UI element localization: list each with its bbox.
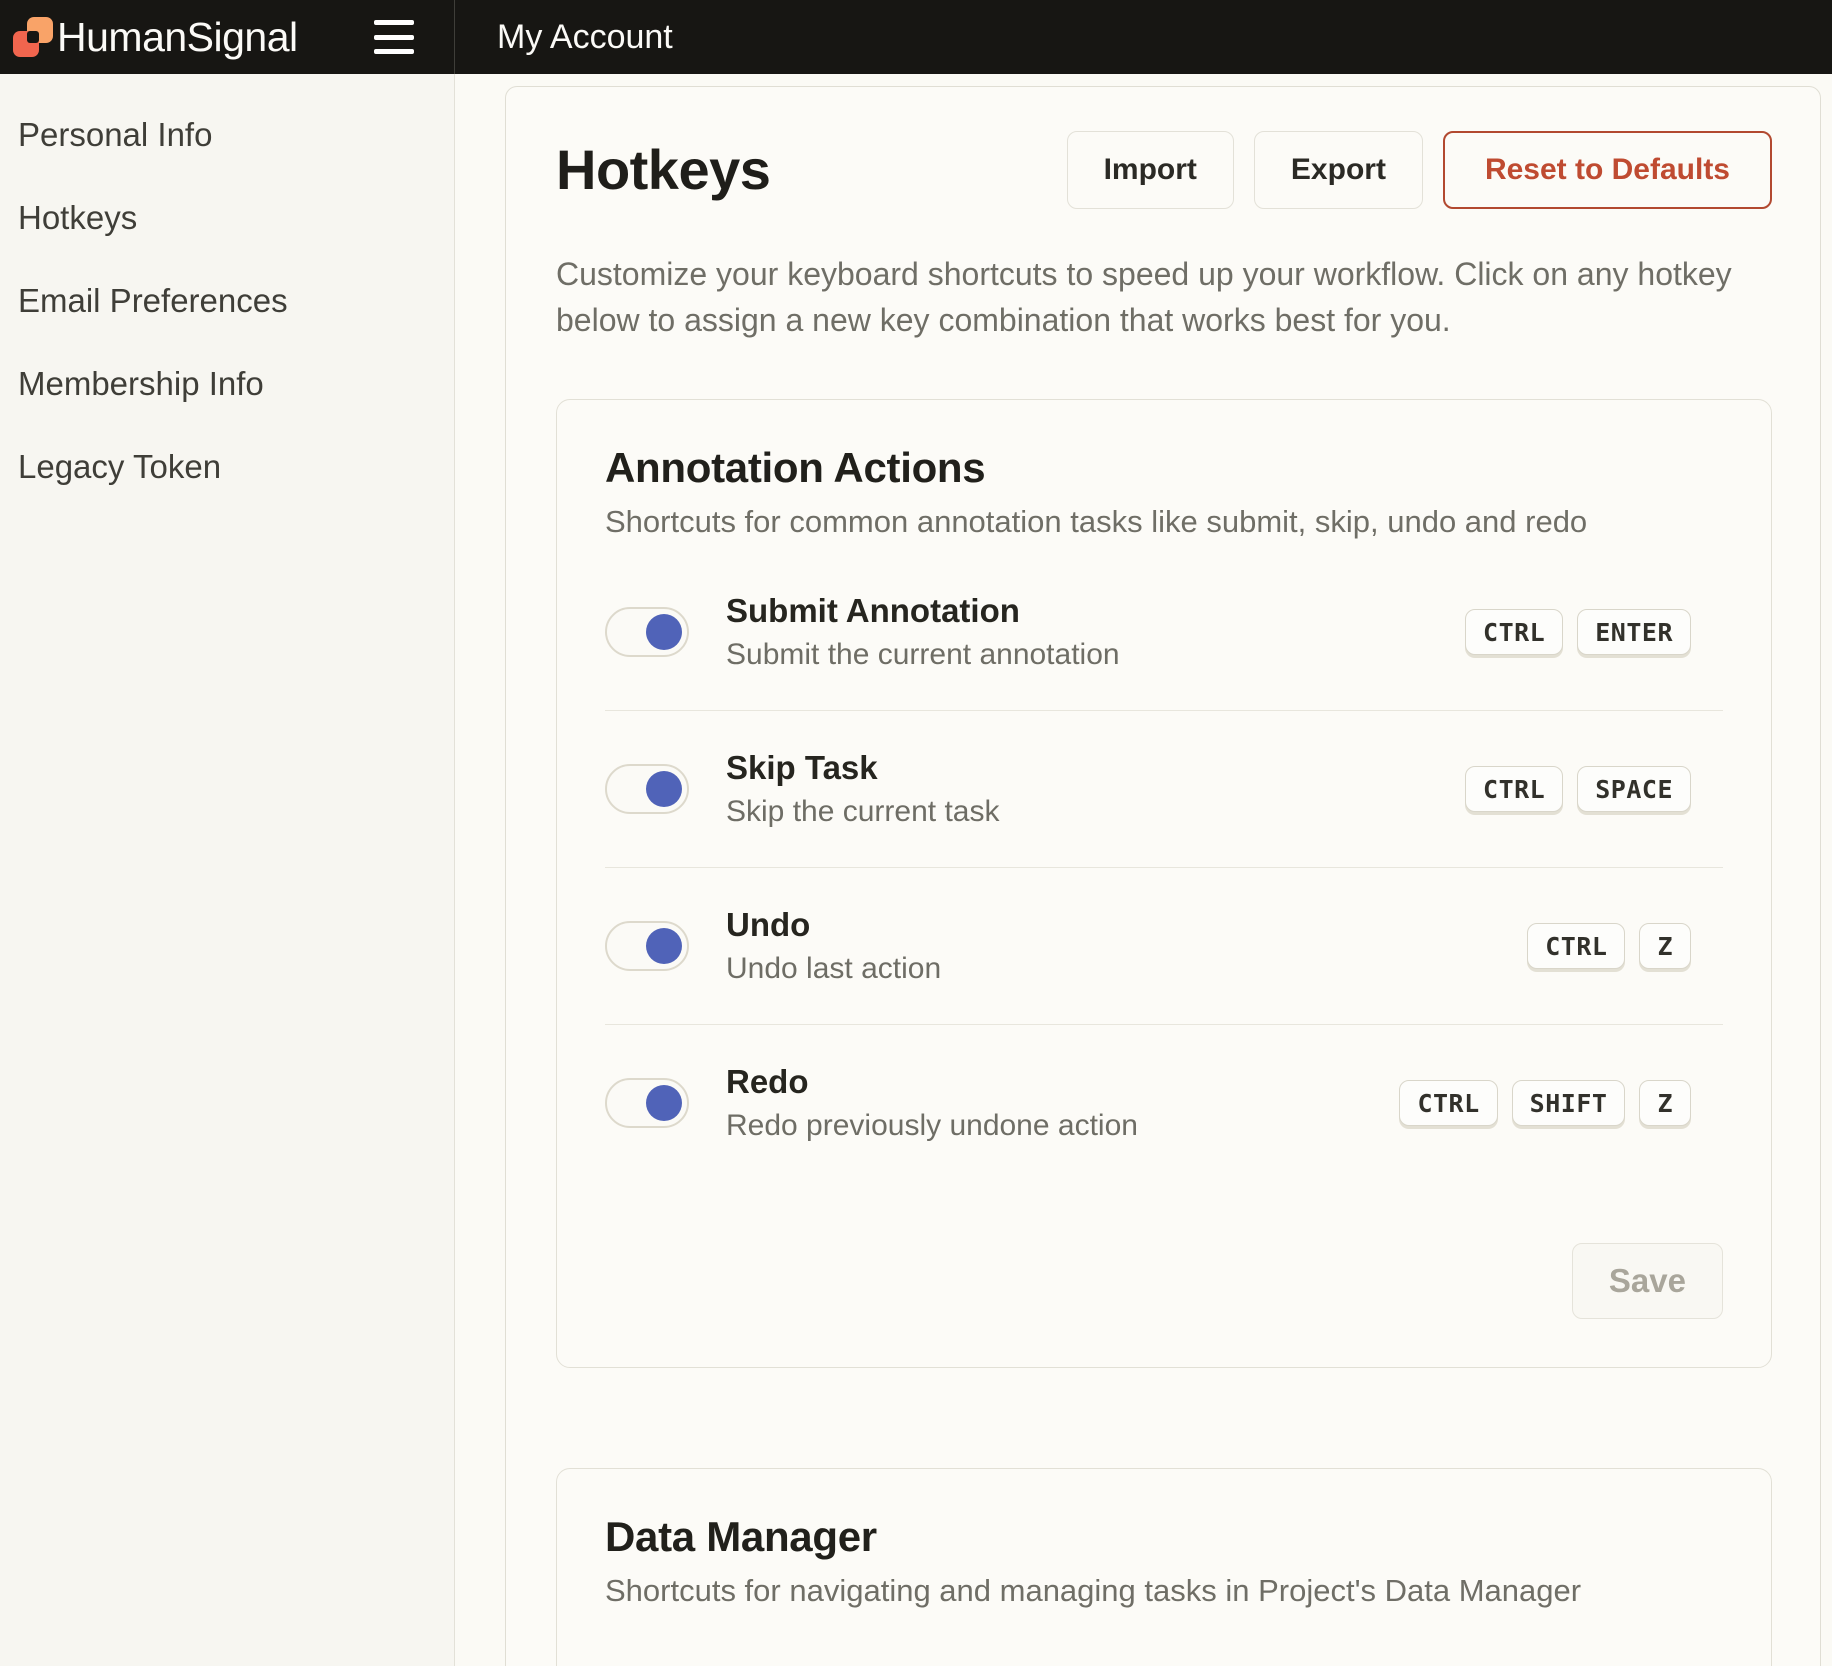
hotkey-row-undo: Undo Undo last action CTRL Z [605, 868, 1723, 1025]
toggle-knob [646, 1085, 682, 1121]
hamburger-menu-icon[interactable] [374, 20, 414, 54]
hotkeys-header: Hotkeys Import Export Reset to Defaults [556, 131, 1772, 209]
toggle-knob [646, 771, 682, 807]
key-ctrl[interactable]: CTRL [1527, 923, 1625, 969]
brand-area: HumanSignal [0, 0, 455, 74]
humansignal-logo-icon [13, 17, 53, 57]
hotkey-description: Skip the current task [726, 795, 999, 829]
top-bar: HumanSignal My Account [0, 0, 1832, 74]
export-button[interactable]: Export [1254, 131, 1423, 209]
annotation-actions-section: Annotation Actions Shortcuts for common … [556, 399, 1772, 1368]
data-manager-subtitle: Shortcuts for navigating and managing ta… [605, 1573, 1723, 1609]
toggle-knob [646, 928, 682, 964]
sidebar: Personal Info Hotkeys Email Preferences … [0, 74, 455, 1666]
description-line-1: Customize your keyboard shortcuts to spe… [556, 251, 1772, 297]
header-actions: Import Export Reset to Defaults [1067, 131, 1772, 209]
hotkey-text: Skip Task Skip the current task [726, 749, 999, 829]
key-ctrl[interactable]: CTRL [1465, 766, 1563, 812]
import-button[interactable]: Import [1067, 131, 1234, 209]
key-z[interactable]: Z [1639, 923, 1691, 969]
sidebar-item-email-preferences[interactable]: Email Preferences [0, 259, 454, 342]
hotkey-description: Submit the current annotation [726, 638, 1120, 672]
hotkey-text: Undo Undo last action [726, 906, 941, 986]
data-manager-heading: Data Manager [605, 1513, 1723, 1561]
hotkey-text: Redo Redo previously undone action [726, 1063, 1138, 1143]
key-ctrl[interactable]: CTRL [1399, 1080, 1497, 1126]
sidebar-item-personal-info[interactable]: Personal Info [0, 93, 454, 176]
hotkey-rows: Submit Annotation Submit the current ann… [605, 554, 1723, 1181]
hotkeys-heading: Hotkeys [556, 131, 770, 209]
hotkey-combo[interactable]: CTRL ENTER [1465, 609, 1691, 655]
key-enter[interactable]: ENTER [1577, 609, 1691, 655]
save-row: Save [605, 1243, 1723, 1319]
reset-to-defaults-button[interactable]: Reset to Defaults [1443, 131, 1772, 209]
annotation-actions-heading: Annotation Actions [605, 444, 1723, 492]
hotkey-description: Redo previously undone action [726, 1109, 1138, 1143]
hotkey-combo[interactable]: CTRL Z [1527, 923, 1691, 969]
hotkey-text: Submit Annotation Submit the current ann… [726, 592, 1120, 672]
hotkeys-description: Customize your keyboard shortcuts to spe… [556, 251, 1772, 343]
undo-toggle[interactable] [605, 921, 689, 971]
hotkey-title: Submit Annotation [726, 592, 1120, 630]
key-shift[interactable]: SHIFT [1512, 1080, 1626, 1126]
description-line-2: below to assign a new key combination th… [556, 297, 1772, 343]
hotkey-row-redo: Redo Redo previously undone action CTRL … [605, 1025, 1723, 1181]
redo-toggle[interactable] [605, 1078, 689, 1128]
page-title: My Account [497, 0, 673, 74]
hotkey-title: Redo [726, 1063, 1138, 1101]
annotation-actions-subtitle: Shortcuts for common annotation tasks li… [605, 504, 1723, 540]
hotkeys-card: Hotkeys Import Export Reset to Defaults … [505, 86, 1821, 1666]
hotkey-combo[interactable]: CTRL SPACE [1465, 766, 1691, 812]
hotkey-title: Undo [726, 906, 941, 944]
save-button[interactable]: Save [1572, 1243, 1723, 1319]
sidebar-item-hotkeys[interactable]: Hotkeys [0, 176, 454, 259]
hotkey-title: Skip Task [726, 749, 999, 787]
toggle-knob [646, 614, 682, 650]
sidebar-item-membership-info[interactable]: Membership Info [0, 342, 454, 425]
brand-name: HumanSignal [57, 14, 298, 61]
skip-task-toggle[interactable] [605, 764, 689, 814]
hotkey-row-submit-annotation: Submit Annotation Submit the current ann… [605, 554, 1723, 711]
main-content: Hotkeys Import Export Reset to Defaults … [455, 74, 1832, 1666]
submit-annotation-toggle[interactable] [605, 607, 689, 657]
hotkey-description: Undo last action [726, 952, 941, 986]
hotkey-row-skip-task: Skip Task Skip the current task CTRL SPA… [605, 711, 1723, 868]
key-space[interactable]: SPACE [1577, 766, 1691, 812]
key-ctrl[interactable]: CTRL [1465, 609, 1563, 655]
sidebar-item-legacy-token[interactable]: Legacy Token [0, 425, 454, 508]
hotkey-combo[interactable]: CTRL SHIFT Z [1399, 1080, 1691, 1126]
data-manager-section: Data Manager Shortcuts for navigating an… [556, 1468, 1772, 1666]
key-z[interactable]: Z [1639, 1080, 1691, 1126]
